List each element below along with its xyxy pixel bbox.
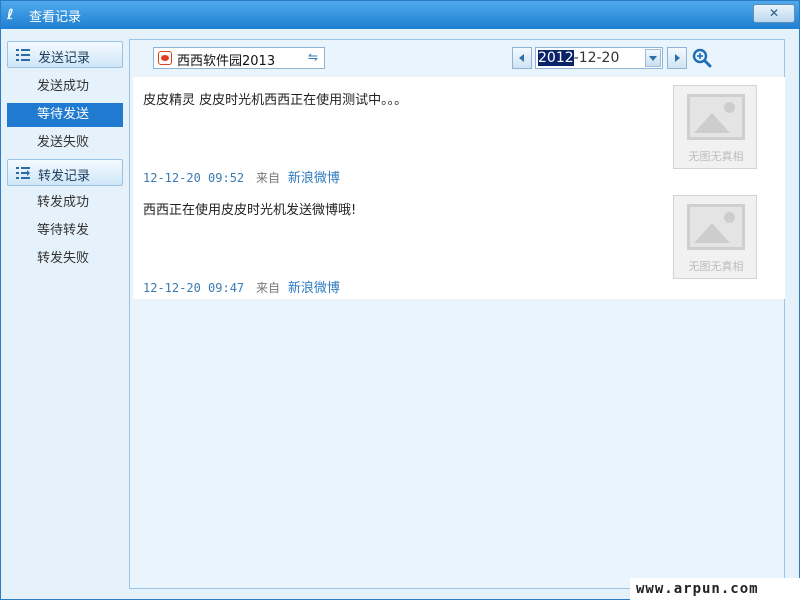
sidebar-item-pending-forward[interactable]: 等待转发 [7,219,123,243]
post-from-label: 来自 [255,171,280,185]
list-icon [16,49,30,61]
list-item: 皮皮精灵 皮皮时光机西西正在使用测试中。。。 12-12-20 09:52 来自… [133,77,785,187]
section-label: 转发记录 [38,169,91,184]
toolbar: 西西软件园2013 ⇋ 2012-12-20 [130,40,784,76]
image-placeholder-icon [687,94,745,140]
record-window: ℓ 查看记录 ✕ 发送记录 发送成功 等待发送 发送失败 转发记录 转发成功 等… [0,0,800,600]
thumb-caption: 无图无真相 [688,150,744,163]
sidebar-item-forward-failed[interactable]: 转发失败 [7,247,123,271]
date-next-button[interactable] [667,47,687,69]
watermark-text: www.arpun.com [630,578,800,600]
section-forward-records[interactable]: 转发记录 [7,159,123,186]
post-meta: 12-12-20 09:47 来自 新浪微博 [143,277,340,296]
post-list: 皮皮精灵 皮皮时光机西西正在使用测试中。。。 12-12-20 09:52 来自… [133,77,785,299]
image-placeholder[interactable]: 无图无真相 [673,85,757,169]
post-meta: 12-12-20 09:52 来自 新浪微博 [143,167,340,186]
thumb-caption: 无图无真相 [688,260,744,273]
post-source-link[interactable]: 新浪微博 [288,171,340,186]
search-icon[interactable] [692,48,712,68]
section-label: 发送记录 [38,51,91,66]
content-panel: 西西软件园2013 ⇋ 2012-12-20 皮皮精灵 皮皮时光机西西正在使用测… [129,39,785,589]
account-name: 西西软件园2013 [177,54,276,69]
title-bar: ℓ 查看记录 ✕ [1,1,799,29]
post-source-link[interactable]: 新浪微博 [288,281,340,296]
account-select[interactable]: 西西软件园2013 ⇋ [153,47,325,69]
image-placeholder-icon [687,204,745,250]
date-year: 2012 [538,50,574,66]
post-text: 西西正在使用皮皮时光机发送微博哦! [143,203,357,218]
date-month-day: -12-20 [573,50,620,66]
sidebar-item-send-failed[interactable]: 发送失败 [7,131,123,155]
section-send-records[interactable]: 发送记录 [7,41,123,68]
post-text: 皮皮精灵 皮皮时光机西西正在使用测试中。。。 [143,93,408,108]
post-time: 12-12-20 09:52 [143,171,245,185]
close-button[interactable]: ✕ [753,4,795,23]
list-item: 西西正在使用皮皮时光机发送微博哦! 12-12-20 09:47 来自 新浪微博… [133,187,785,297]
chevron-down-icon[interactable] [645,49,661,67]
swap-icon[interactable]: ⇋ [308,50,318,64]
post-time: 12-12-20 09:47 [143,281,245,295]
window-title: 查看记录 [29,10,82,25]
app-logo-icon: ℓ [7,7,14,23]
date-prev-button[interactable] [512,47,532,69]
sidebar-item-forward-success[interactable]: 转发成功 [7,191,123,215]
sidebar-item-pending-send[interactable]: 等待发送 [7,103,123,127]
weibo-icon [158,51,172,65]
sidebar-item-send-success[interactable]: 发送成功 [7,75,123,99]
sidebar: 发送记录 发送成功 等待发送 发送失败 转发记录 转发成功 等待转发 转发失败 [5,39,123,587]
post-from-label: 来自 [255,281,280,295]
image-placeholder[interactable]: 无图无真相 [673,195,757,279]
date-input[interactable]: 2012-12-20 [535,47,663,69]
list-forward-icon [16,167,30,179]
